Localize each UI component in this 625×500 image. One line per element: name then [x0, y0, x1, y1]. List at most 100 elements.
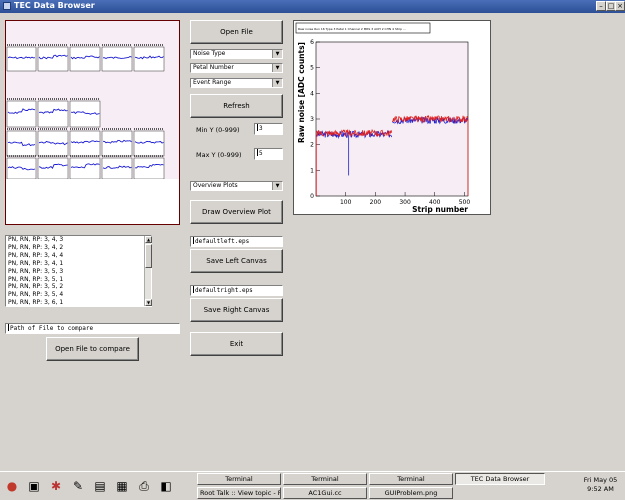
document-launcher-icon[interactable]: ▦: [112, 475, 132, 497]
overview-mini-plot: [6, 155, 37, 180]
right-filename-input[interactable]: defaultright.eps: [190, 285, 283, 296]
mini-plot-frame: [101, 157, 133, 180]
save-left-canvas-button[interactable]: Save Left Canvas: [190, 249, 283, 273]
close-button[interactable]: ×: [615, 1, 625, 11]
mini-plot-frame: [69, 157, 101, 180]
files-launcher-icon[interactable]: ▤: [90, 475, 110, 497]
window-titlebar[interactable]: TEC Data Browser – □ ×: [0, 0, 625, 13]
open-compare-button[interactable]: Open File to compare: [46, 337, 139, 361]
task-root-talk[interactable]: Root Talk :: View topic - F: [197, 487, 281, 499]
editor-launcher-icon[interactable]: ✎: [68, 475, 88, 497]
overview-mini-plot: [37, 155, 69, 180]
scroll-thumb[interactable]: [145, 244, 152, 268]
mini-plot-frame: [6, 157, 37, 180]
taskbar: ● ▣ ✱ ✎ ▤ ▦ ⎙ ◧ Terminal Terminal Termin…: [0, 471, 625, 500]
terminal-launcher-icon[interactable]: ▣: [24, 475, 44, 497]
mini-plot-frame: [69, 46, 101, 72]
overview-mini-plot: [69, 155, 101, 180]
y-axis-label: Raw noise [ADC counts]: [297, 42, 306, 143]
list-item[interactable]: PN, RN, RP: 3, 5, 4: [6, 291, 144, 299]
y-tick-label: 4: [310, 90, 314, 97]
min-y-input[interactable]: 3: [254, 123, 283, 135]
overview-mini-plot: [101, 155, 133, 180]
mini-plot-frame: [6, 100, 37, 128]
chart-title: Raw noise Run 16 Type 3 Petal 1 Channel …: [298, 27, 406, 31]
task-terminal-1[interactable]: Terminal: [197, 473, 281, 485]
window-title: TEC Data Browser: [14, 1, 95, 10]
overview-plots-value: Overview Plots: [193, 182, 238, 189]
petal-number-value: Petal Number: [193, 64, 234, 71]
overview-plot-area: [6, 21, 179, 180]
draw-overview-plot-button[interactable]: Draw Overview Plot: [190, 200, 283, 224]
overview-mini-plot: [133, 44, 165, 72]
petal-number-combo[interactable]: Petal Number ▼: [190, 63, 283, 73]
mini-plot-frame: [101, 46, 133, 72]
overview-mini-plot: [37, 98, 69, 128]
event-range-combo[interactable]: Event Range ▼: [190, 78, 283, 88]
chart-frame: [315, 41, 469, 197]
task-terminal-2[interactable]: Terminal: [283, 473, 367, 485]
max-y-label: Max Y (0-999): [196, 151, 242, 159]
task-guiproblem[interactable]: GUIProblem.png: [369, 487, 453, 499]
exit-button[interactable]: Exit: [190, 332, 283, 356]
overview-mini-plot: [6, 44, 37, 72]
minimize-button[interactable]: –: [596, 1, 606, 11]
task-terminal-3[interactable]: Terminal: [369, 473, 453, 485]
list-item[interactable]: PN, RN, RP: 3, 5, 3: [6, 268, 144, 276]
y-tick-label: 1: [310, 167, 314, 174]
clock[interactable]: Fri May 05 9:52 AM: [578, 476, 623, 494]
open-file-button[interactable]: Open File: [190, 20, 283, 44]
overview-mini-plot: [69, 98, 101, 128]
scroll-up-icon[interactable]: ▲: [145, 236, 152, 243]
task-tec-data-browser[interactable]: TEC Data Browser: [455, 473, 545, 485]
left-canvas[interactable]: [5, 20, 180, 225]
mini-plot-frame: [37, 100, 69, 128]
mozilla-launcher-icon[interactable]: ✱: [46, 475, 66, 497]
y-tick-label: 5: [310, 65, 314, 72]
list-item[interactable]: PN, RN, RP: 3, 4, 1: [6, 260, 144, 268]
event-range-value: Event Range: [193, 79, 232, 86]
mini-plot-frame: [37, 46, 69, 72]
left-filename-input[interactable]: defaultleft.eps: [190, 236, 283, 247]
list-scrollbar[interactable]: ▲ ▼: [144, 236, 152, 306]
redhat-menu-icon[interactable]: ●: [2, 475, 22, 497]
mini-plot-frame: [101, 130, 133, 157]
save-right-canvas-button[interactable]: Save Right Canvas: [190, 298, 283, 322]
right-canvas[interactable]: Raw noise Run 16 Type 3 Petal 1 Channel …: [293, 20, 491, 215]
overview-plots-combo[interactable]: Overview Plots ▼: [190, 181, 283, 191]
printer-launcher-icon[interactable]: ⎙: [134, 475, 154, 497]
detector-list[interactable]: PN, RN, RP: 3, 4, 3 PN, RN, RP: 3, 4, 2 PN…: [5, 235, 152, 307]
list-rows: PN, RN, RP: 3, 4, 3 PN, RN, RP: 3, 4, 2 PN…: [6, 236, 144, 307]
mini-plot-frame: [133, 130, 165, 157]
workspace-launcher-icon[interactable]: ◧: [156, 475, 176, 497]
y-tick-label: 0: [310, 193, 314, 200]
y-tick-label: 3: [310, 116, 314, 123]
max-y-input[interactable]: 5: [254, 148, 283, 160]
clock-time: 9:52 AM: [587, 485, 614, 493]
chevron-down-icon: ▼: [272, 182, 282, 190]
compare-path-input[interactable]: Path of File to compare: [5, 323, 180, 334]
chevron-down-icon: ▼: [272, 79, 282, 87]
list-item[interactable]: PN, RN, RP: 3, 4, 3: [6, 236, 144, 244]
overview-mini-plot: [37, 128, 69, 157]
noise-type-combo[interactable]: Noise Type ▼: [190, 49, 283, 59]
task-list: Terminal Terminal Terminal TEC Data Brow…: [197, 473, 567, 500]
list-item[interactable]: PN, RN, RP: 3, 4, 4: [6, 252, 144, 260]
list-item[interactable]: PN, RN, RP: 3, 5, 2: [6, 283, 144, 291]
overview-mini-plot: [133, 155, 165, 180]
mini-plot-frame: [69, 100, 101, 128]
list-item[interactable]: PN, RN, RP: 3, 6, 1: [6, 299, 144, 307]
overview-mini-plot: [69, 128, 101, 157]
overview-mini-plot: [37, 44, 69, 72]
list-item[interactable]: PN, RN, RP: 3, 4, 2: [6, 244, 144, 252]
chevron-down-icon: ▼: [272, 64, 282, 72]
mini-plot-frame: [69, 130, 101, 157]
raw-noise-chart: Raw noise Run 16 Type 3 Petal 1 Channel …: [295, 22, 470, 214]
min-y-label: Min Y (0-999): [196, 126, 240, 134]
scroll-down-icon[interactable]: ▼: [145, 299, 152, 306]
overview-mini-plot: [69, 44, 101, 72]
list-item[interactable]: PN, RN, RP: 3, 5, 1: [6, 276, 144, 284]
refresh-button[interactable]: Refresh: [190, 94, 283, 118]
task-ac1gui[interactable]: AC1Gui.cc: [283, 487, 367, 499]
mini-plot-frame: [133, 157, 165, 180]
